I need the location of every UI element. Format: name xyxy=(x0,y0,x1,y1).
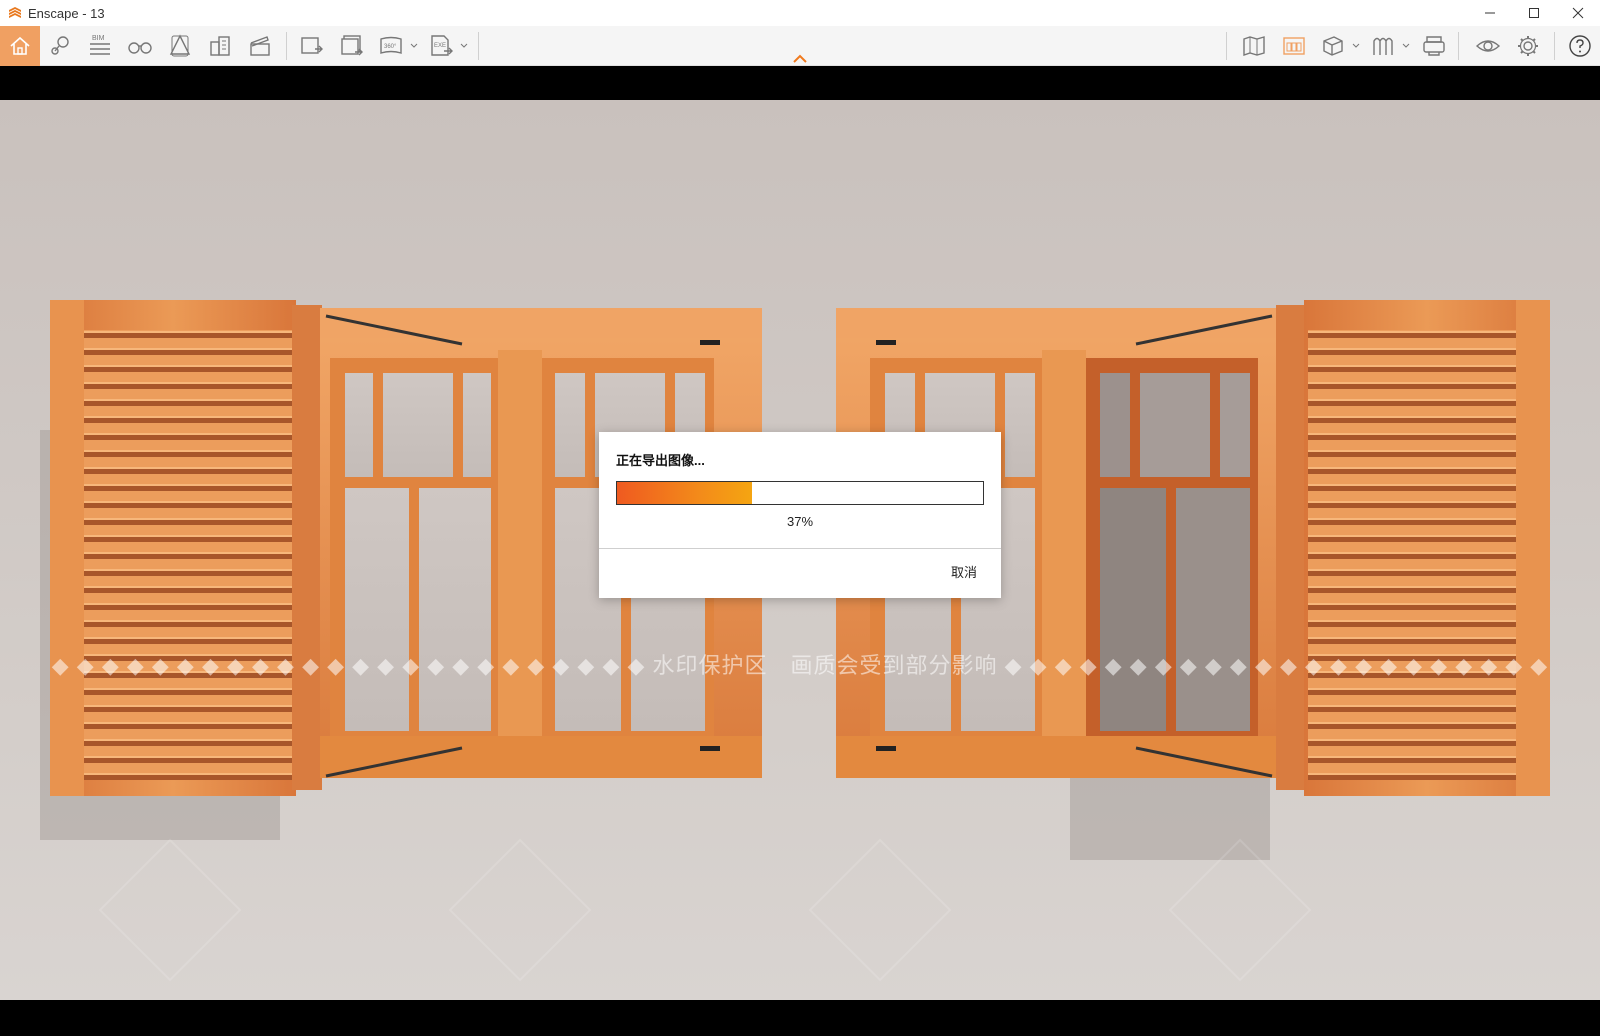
exe-label: EXE xyxy=(434,43,446,49)
batch-render-icon xyxy=(341,35,363,56)
cancel-button[interactable]: 取消 xyxy=(951,562,977,581)
panorama-button[interactable]: 360° xyxy=(374,26,408,66)
toolbar-separator xyxy=(478,32,479,60)
toolbar-separator xyxy=(1554,32,1555,60)
chevron-down-icon[interactable] xyxy=(460,40,468,50)
vr-headset-button[interactable] xyxy=(1416,26,1452,66)
asset-library-icon xyxy=(1283,37,1305,55)
progress-fill xyxy=(617,482,753,504)
minimize-button[interactable] xyxy=(1468,0,1512,26)
letterbox-top xyxy=(0,66,1600,100)
maximize-icon xyxy=(1529,8,1539,18)
gear-icon xyxy=(1518,36,1538,56)
visual-settings-button[interactable] xyxy=(1470,26,1506,66)
export-progress-dialog: 正在导出图像... 37% 取消 xyxy=(599,432,1001,598)
title-bar: Enscape - 13 xyxy=(0,0,1600,26)
help-icon xyxy=(1569,35,1591,57)
settings-button[interactable] xyxy=(1510,26,1546,66)
bim-label: BIM xyxy=(92,35,105,42)
views-button[interactable] xyxy=(44,26,78,66)
dialog-separator xyxy=(599,548,1001,549)
binoculars-icon xyxy=(128,42,152,54)
material-button[interactable] xyxy=(1366,26,1400,66)
bim-button[interactable]: BIM xyxy=(82,26,118,66)
maximize-button[interactable] xyxy=(1512,0,1556,26)
chevron-down-icon[interactable] xyxy=(410,40,418,50)
chevron-down-icon[interactable] xyxy=(1402,40,1410,50)
section-button[interactable] xyxy=(162,26,198,66)
progress-percent: 37% xyxy=(786,514,814,529)
toolbar-separator xyxy=(1226,32,1227,60)
bim-icon: BIM xyxy=(90,35,110,55)
panorama-label: 360° xyxy=(384,44,397,50)
close-icon xyxy=(1572,7,1584,19)
exe-export-button[interactable]: EXE xyxy=(424,26,458,66)
window-controls xyxy=(1468,0,1600,26)
eye-icon xyxy=(1475,40,1501,52)
letterbox-bottom xyxy=(0,1000,1600,1036)
vr-headset-icon xyxy=(1423,36,1445,56)
exe-export-icon: EXE xyxy=(431,35,453,56)
asset-map-button[interactable] xyxy=(1236,26,1272,66)
close-button[interactable] xyxy=(1556,0,1600,26)
cube-icon xyxy=(1323,36,1343,56)
building-icon xyxy=(210,36,230,56)
right-shutter-louvers xyxy=(1308,330,1516,780)
section-icon xyxy=(169,34,191,57)
map-pin-icon xyxy=(51,36,69,55)
home-button[interactable] xyxy=(0,26,40,66)
walk-mode-button[interactable] xyxy=(122,26,158,66)
clapper-icon xyxy=(250,36,270,56)
video-editor-button[interactable] xyxy=(242,26,278,66)
toolbar-separator xyxy=(286,32,287,60)
home-icon xyxy=(10,36,30,55)
left-shutter-louvers xyxy=(84,330,292,780)
chevron-up-icon[interactable] xyxy=(792,52,808,64)
object-button[interactable] xyxy=(1316,26,1350,66)
watermark-text: ◆ ◆ ◆ ◆ ◆ ◆ ◆ ◆ ◆ ◆ ◆ ◆ ◆ ◆ ◆ ◆ ◆ ◆ ◆ ◆ … xyxy=(51,653,1549,678)
material-icon xyxy=(1373,37,1393,55)
asset-library-button[interactable] xyxy=(1276,26,1312,66)
asset-map-icon xyxy=(1243,36,1265,56)
toolbar-separator xyxy=(1458,32,1459,60)
dialog-title: 正在导出图像... xyxy=(616,453,705,468)
panorama-360-icon: 360° xyxy=(380,36,402,54)
screenshot-icon xyxy=(301,37,323,54)
help-button[interactable] xyxy=(1562,26,1598,66)
building-button[interactable] xyxy=(202,26,238,66)
batch-render-button[interactable] xyxy=(334,26,370,66)
screenshot-button[interactable] xyxy=(294,26,330,66)
enscape-logo-icon xyxy=(9,7,21,18)
window-title: Enscape - 13 xyxy=(28,5,105,21)
minimize-icon xyxy=(1485,12,1495,14)
chevron-down-icon[interactable] xyxy=(1352,40,1360,50)
enscape-window: Enscape - 13 BIM 360° EXE ◆ ◆ ◆ ◆ ◆ ◆ ◆ … xyxy=(0,0,1600,1036)
export-progress-bar xyxy=(616,481,984,505)
watermark-pattern xyxy=(98,838,1312,982)
